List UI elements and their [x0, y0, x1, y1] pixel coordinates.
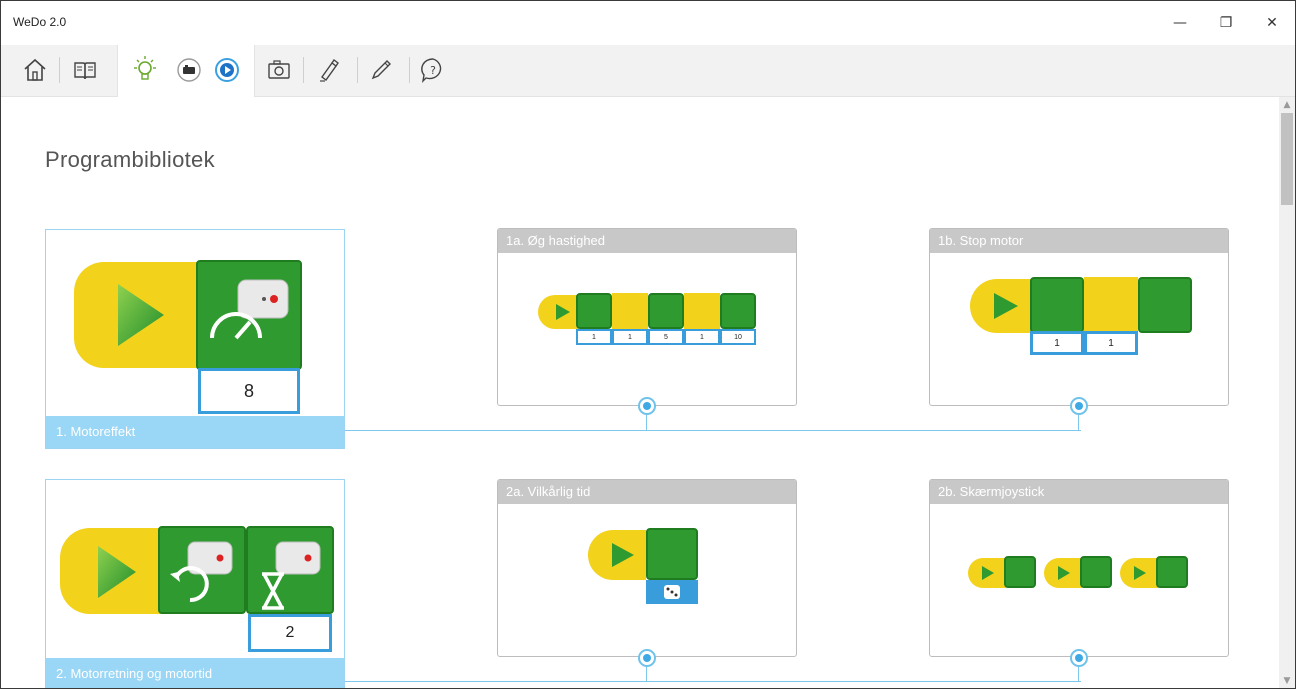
param-value[interactable]: 10: [720, 329, 756, 345]
motor-power-block: [196, 260, 302, 370]
program-card-1b[interactable]: 1b. Stop motor 1 1: [929, 228, 1229, 406]
card-title: 2a. Vilkårlig tid: [498, 480, 796, 504]
vertical-scrollbar[interactable]: ▲ ▼: [1279, 97, 1295, 688]
motor-stop-block: [1156, 556, 1188, 588]
param-value[interactable]: 1: [1030, 331, 1084, 355]
connector-line: [345, 681, 1081, 682]
start-block: [1044, 558, 1082, 588]
play-icon[interactable]: [209, 53, 245, 87]
connector-line: [646, 415, 647, 430]
card-title: 1b. Stop motor: [930, 229, 1228, 253]
program-card-2b[interactable]: 2b. Skærmjoystick: [929, 479, 1229, 657]
app-window: WeDo 2.0 — ❐ ✕ ? Programbibliotek 8 1. M…: [0, 0, 1296, 689]
program-card-1a[interactable]: 1a. Øg hastighed 1 1 5 1 10: [497, 228, 797, 406]
card-title: 2b. Skærmjoystick: [930, 480, 1228, 504]
motor-time-block: [246, 526, 334, 614]
motor-block: [576, 293, 612, 329]
connector-dot[interactable]: [638, 649, 656, 667]
page-title: Programbibliotek: [45, 147, 215, 172]
pen-icon[interactable]: [311, 53, 347, 87]
scroll-up-icon[interactable]: ▲: [1279, 97, 1295, 113]
time-value[interactable]: 2: [248, 614, 332, 652]
minimize-button[interactable]: —: [1157, 7, 1203, 39]
connector-dot[interactable]: [1070, 397, 1088, 415]
connector-line: [345, 430, 1081, 431]
title-bar: WeDo 2.0 — ❐ ✕: [1, 1, 1295, 45]
scroll-down-icon[interactable]: ▼: [1279, 673, 1295, 688]
restore-button[interactable]: ❐: [1203, 7, 1249, 39]
motor-time-block: [646, 528, 698, 580]
record-icon[interactable]: [171, 53, 207, 87]
start-block: [1120, 558, 1158, 588]
param-value[interactable]: 1: [684, 329, 720, 345]
close-button[interactable]: ✕: [1249, 7, 1295, 39]
program-library: Programbibliotek 8 1. Motoreffekt 1a. Øg…: [1, 97, 1279, 688]
power-value[interactable]: 8: [198, 368, 300, 414]
connector-dot[interactable]: [638, 397, 656, 415]
connector-line: [1078, 667, 1079, 681]
motor-direction-block: [1080, 556, 1112, 588]
start-block: [74, 262, 198, 368]
connector-dot[interactable]: [1070, 649, 1088, 667]
lightbulb-icon[interactable]: [127, 53, 163, 87]
wait-block: [612, 293, 648, 329]
help-icon[interactable]: ?: [415, 53, 451, 87]
home-icon[interactable]: [17, 53, 53, 87]
book-icon[interactable]: [67, 53, 103, 87]
motor-block: [720, 293, 756, 329]
program-label: 1. Motoreffekt: [46, 416, 344, 448]
svg-text:?: ?: [430, 64, 436, 77]
param-value[interactable]: 1: [1084, 331, 1138, 355]
random-input[interactable]: [646, 580, 698, 604]
param-value[interactable]: 1: [612, 329, 648, 345]
start-block: [60, 528, 164, 614]
wait-block: [1084, 277, 1138, 333]
camera-icon[interactable]: [261, 53, 297, 87]
program-card-main[interactable]: 8 1. Motoreffekt: [45, 229, 345, 449]
start-block: [588, 530, 646, 580]
motor-direction-block: [1004, 556, 1036, 588]
program-card-2a[interactable]: 2a. Vilkårlig tid: [497, 479, 797, 657]
start-block: [538, 295, 578, 329]
window-title: WeDo 2.0: [13, 15, 67, 29]
program-label: 2. Motorretning og motortid: [46, 658, 344, 688]
card-title: 1a. Øg hastighed: [498, 229, 796, 253]
scroll-thumb[interactable]: [1281, 113, 1293, 205]
param-value[interactable]: 5: [648, 329, 684, 345]
motor-power-block: [1030, 277, 1084, 333]
start-block: [968, 558, 1006, 588]
pencil-icon[interactable]: [363, 53, 399, 87]
motor-direction-block: [158, 526, 246, 614]
motor-stop-block: [1138, 277, 1192, 333]
wait-block: [684, 293, 720, 329]
connector-line: [646, 667, 647, 681]
param-value[interactable]: 1: [576, 329, 612, 345]
toolbar: ?: [1, 45, 1295, 97]
start-block: [970, 279, 1032, 333]
connector-line: [1078, 415, 1079, 430]
motor-block: [648, 293, 684, 329]
program-card-main[interactable]: 2 2. Motorretning og motortid: [45, 479, 345, 688]
